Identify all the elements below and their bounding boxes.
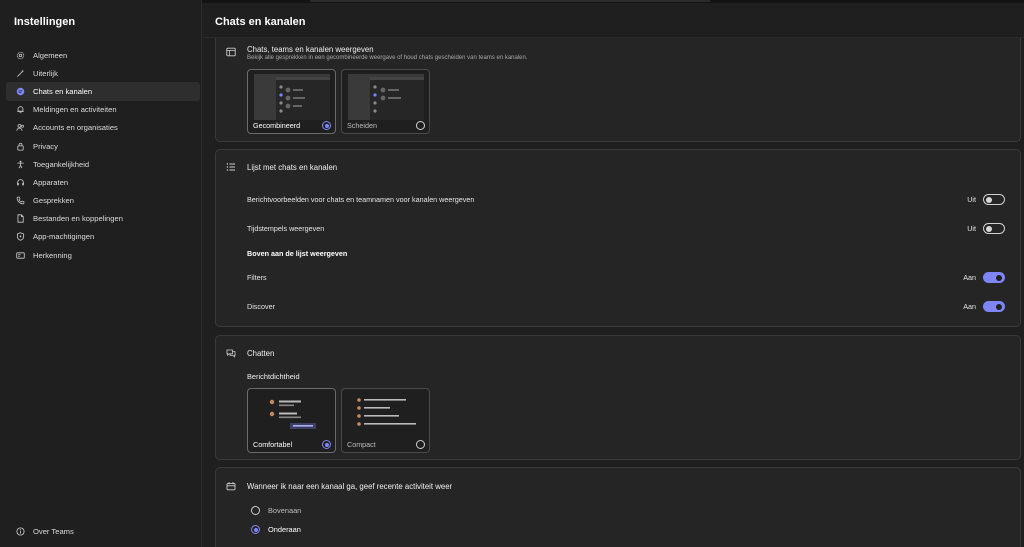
option-label: Scheiden (347, 121, 377, 130)
sidebar-item-gesprekken[interactable]: Gesprekken (6, 192, 200, 210)
settings-main: Chats en kanalen Chats, teams en kanalen… (203, 0, 1024, 547)
sidebar-item-apparaten[interactable]: Apparaten (6, 173, 200, 191)
chat-bubbles-icon (226, 348, 236, 358)
layout-description: Bekijk alle gesprekken in een gecombinee… (247, 55, 528, 61)
channel-activity-card: Wanneer ik naar een kanaal ga, geef rece… (215, 467, 1021, 547)
sidebar-item-label: Uiterlijk (33, 68, 58, 78)
settings-sidebar: Instellingen Algemeen Uiterlijk Chats en… (0, 0, 202, 547)
discover-label: Discover (247, 302, 275, 311)
headset-icon (16, 178, 25, 187)
settings-nav: Algemeen Uiterlijk Chats en kanalen Meld… (6, 46, 200, 264)
discover-state: Aan (963, 302, 976, 311)
sidebar-item-label: Gesprekken (33, 196, 74, 206)
sidebar-item-meldingen[interactable]: Meldingen en activiteiten (6, 101, 200, 119)
chat-icon (16, 87, 25, 96)
filters-label: Filters (247, 273, 267, 282)
combined-preview (254, 74, 330, 120)
sidebar-item-label: Toegankelijkheid (33, 159, 90, 169)
shield-icon (16, 232, 25, 242)
discover-toggle[interactable] (983, 301, 1005, 312)
page-title: Chats en kanalen (215, 16, 306, 28)
about-teams-link[interactable]: Over Teams (16, 527, 74, 536)
option-bovenaan[interactable]: Bovenaan (251, 506, 301, 515)
option-label: Onderaan (268, 525, 301, 534)
radio-scheiden[interactable] (416, 121, 425, 130)
list-icon (226, 162, 236, 172)
density-label: Berichtdichtheid (247, 372, 300, 381)
wand-icon (16, 69, 25, 78)
sidebar-item-label: Bestanden en koppelingen (33, 214, 123, 224)
chat-card: Chatten Berichtdichtheid Comfortabel Com… (215, 335, 1021, 460)
id-card-icon (16, 251, 25, 260)
sidebar-item-label: Algemeen (33, 50, 68, 60)
layout-icon (226, 47, 236, 57)
sidebar-item-label: Apparaten (33, 177, 69, 187)
layout-card: Chats, teams en kanalen weergeven Bekijk… (215, 38, 1021, 142)
lock-icon (16, 142, 25, 151)
sidebar-item-label: Meldingen en activiteiten (33, 105, 117, 115)
list-heading: Lijst met chats en kanalen (247, 163, 338, 172)
sidebar-item-toegankelijkheid[interactable]: Toegankelijkheid (6, 155, 200, 173)
gear-icon (16, 51, 25, 60)
radio-bovenaan[interactable] (251, 506, 260, 515)
filters-toggle[interactable] (983, 272, 1005, 283)
channel-heading: Wanneer ik naar een kanaal ga, geef rece… (247, 482, 453, 491)
sidebar-item-label: App-machtigingen (33, 232, 95, 242)
radio-gecombineerd[interactable] (322, 121, 331, 130)
chat-heading: Chatten (247, 349, 275, 358)
file-icon (16, 214, 25, 223)
sidebar-item-label: Privacy (33, 141, 58, 151)
radio-onderaan[interactable] (251, 525, 260, 534)
timestamps-label: Tijdstempels weergeven (247, 224, 325, 233)
radio-compact[interactable] (416, 440, 425, 449)
top-of-list-heading: Boven aan de lijst weergeven (247, 249, 348, 258)
timestamps-state: Uit (967, 224, 976, 233)
sidebar-item-algemeen[interactable]: Algemeen (6, 46, 200, 64)
sidebar-item-bestanden[interactable]: Bestanden en koppelingen (6, 210, 200, 228)
layout-heading: Chats, teams en kanalen weergeven (247, 45, 374, 54)
sidebar-item-label: Herkenning (33, 250, 72, 260)
info-icon (16, 527, 25, 536)
sidebar-item-label: Accounts en organisaties (33, 123, 118, 133)
option-label: Gecombineerd (253, 121, 301, 130)
channel-icon (226, 481, 236, 491)
about-label: Over Teams (33, 527, 74, 536)
sidebar-item-app-machtigingen[interactable]: App-machtigingen (6, 228, 200, 246)
sidebar-item-chats-en-kanalen[interactable]: Chats en kanalen (6, 82, 200, 101)
option-label: Bovenaan (268, 506, 302, 515)
option-comfortabel[interactable]: Comfortabel (247, 388, 336, 453)
bell-icon (16, 105, 25, 114)
sidebar-title: Instellingen (14, 16, 76, 28)
sidebar-item-label: Chats en kanalen (33, 86, 93, 96)
accessibility-icon (16, 160, 25, 169)
sidebar-item-accounts[interactable]: Accounts en organisaties (6, 119, 200, 137)
people-icon (16, 123, 25, 132)
option-onderaan[interactable]: Onderaan (251, 525, 301, 534)
radio-comfortabel[interactable] (322, 440, 331, 449)
sidebar-item-privacy[interactable]: Privacy (6, 137, 200, 155)
sidebar-item-uiterlijk[interactable]: Uiterlijk (6, 64, 200, 82)
sidebar-item-herkenning[interactable]: Herkenning (6, 246, 200, 264)
message-preview-label: Berichtvoorbeelden voor chats en teamnam… (247, 195, 475, 204)
message-preview-state: Uit (967, 195, 976, 204)
timestamps-toggle[interactable] (983, 223, 1005, 234)
option-label: Compact (347, 440, 376, 449)
option-label: Comfortabel (253, 440, 293, 449)
separate-preview (348, 74, 424, 120)
chat-list-card: Lijst met chats en kanalen Berichtvoorbe… (215, 149, 1021, 327)
option-scheiden[interactable]: Scheiden (341, 69, 430, 134)
filters-state: Aan (963, 273, 976, 282)
option-compact[interactable]: Compact (341, 388, 430, 453)
comfortable-preview (269, 399, 316, 429)
message-preview-toggle[interactable] (983, 194, 1005, 205)
compact-preview (357, 398, 416, 426)
option-gecombineerd[interactable]: Gecombineerd (247, 69, 336, 134)
phone-icon (16, 196, 25, 205)
